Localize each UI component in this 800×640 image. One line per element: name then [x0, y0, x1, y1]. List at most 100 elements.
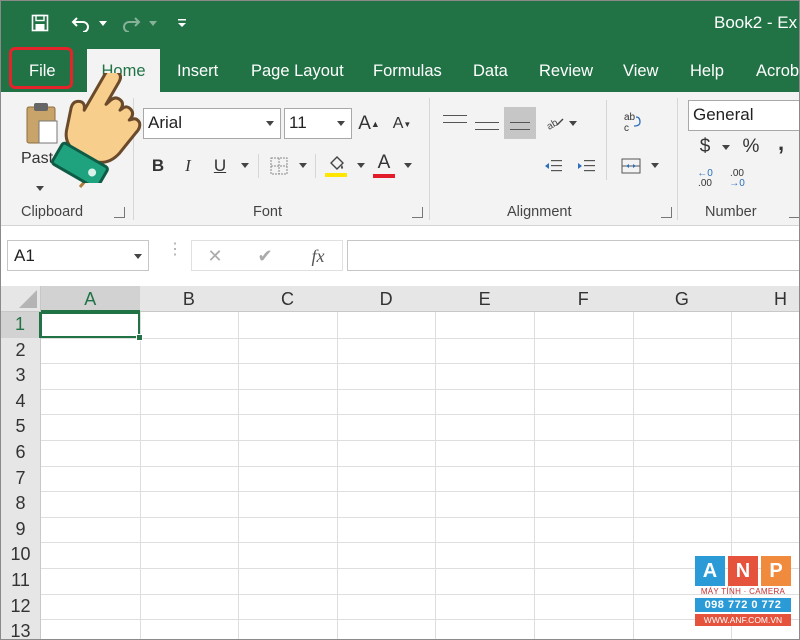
fill-color-icon[interactable]: [323, 152, 349, 180]
name-box[interactable]: A1: [7, 240, 149, 271]
grow-font-caret-icon: ▲: [370, 119, 380, 129]
align-center-icon[interactable]: [476, 154, 498, 178]
tab-insert[interactable]: Insert: [177, 49, 218, 92]
column-header-c[interactable]: C: [238, 286, 338, 312]
row-gridline: [41, 414, 799, 416]
comma-button[interactable]: ,: [771, 130, 791, 156]
number-launcher-icon[interactable]: [789, 207, 799, 218]
orientation-dropdown-icon[interactable]: [567, 116, 579, 130]
row-header-7[interactable]: 7: [1, 465, 41, 493]
row-header-6[interactable]: 6: [1, 440, 41, 467]
column-header-a[interactable]: A: [41, 286, 141, 312]
font-color-dropdown-icon[interactable]: [402, 158, 414, 172]
redo-icon[interactable]: [119, 9, 143, 37]
shrink-font-button[interactable]: A ▼: [390, 110, 414, 138]
row-header-8[interactable]: 8: [1, 491, 41, 518]
currency-dropdown-icon[interactable]: [720, 140, 732, 154]
row-header-12[interactable]: 12: [1, 593, 41, 621]
row-header-11[interactable]: 11: [1, 568, 41, 595]
column-header-f[interactable]: F: [534, 286, 634, 312]
underline-button[interactable]: U: [209, 152, 231, 180]
undo-icon[interactable]: [69, 9, 93, 37]
watermark-website: WWW.ANF.COM.VN: [695, 614, 791, 626]
font-group-label: Font: [253, 204, 283, 220]
formula-bar-grip-icon[interactable]: ⋮: [167, 242, 183, 258]
row-header-10[interactable]: 10: [1, 542, 41, 569]
name-box-dropdown-icon[interactable]: [134, 254, 142, 259]
column-header-b[interactable]: B: [139, 286, 240, 312]
save-icon[interactable]: [29, 9, 51, 37]
active-cell-a1[interactable]: [40, 312, 140, 338]
align-right-icon[interactable]: [507, 154, 529, 178]
grow-font-button[interactable]: A ▲: [357, 110, 381, 138]
undo-dropdown-icon[interactable]: [96, 9, 110, 37]
group-divider: [677, 98, 678, 220]
worksheet-grid[interactable]: A B C D E F G H 1 2 3 4 5 6 7 8 9 10 11 12 13: [1, 286, 799, 639]
decrease-indent-icon[interactable]: [541, 154, 565, 178]
font-size-box[interactable]: 11: [284, 108, 352, 139]
redo-dropdown-icon[interactable]: [146, 9, 160, 37]
column-header-g[interactable]: G: [632, 286, 733, 312]
italic-button[interactable]: I: [177, 152, 199, 180]
middle-align-icon[interactable]: [475, 110, 499, 134]
title-bar: Book2 - Ex: [1, 1, 799, 49]
group-divider: [429, 98, 430, 220]
cancel-icon[interactable]: ✕: [204, 244, 226, 268]
number-format-box[interactable]: General: [688, 100, 799, 131]
enter-icon[interactable]: ✔: [254, 244, 276, 268]
row-header-9[interactable]: 9: [1, 516, 41, 544]
watermark-phone: 098 772 0 772: [695, 598, 791, 612]
row-gridline: [41, 619, 799, 621]
font-launcher-icon[interactable]: [412, 207, 423, 218]
increase-indent-icon[interactable]: [574, 154, 598, 178]
row-gridline: [41, 337, 799, 339]
underline-dropdown-icon[interactable]: [239, 158, 251, 172]
row-header-4[interactable]: 4: [1, 388, 41, 416]
column-header-e[interactable]: E: [435, 286, 535, 312]
fill-color-dropdown-icon[interactable]: [355, 158, 367, 172]
bottom-align-icon[interactable]: [504, 107, 536, 139]
top-align-icon[interactable]: [443, 110, 467, 134]
clipboard-launcher-icon[interactable]: [114, 207, 125, 218]
tab-page-layout[interactable]: Page Layout: [251, 49, 344, 92]
currency-button[interactable]: $: [695, 134, 715, 160]
watermark-tagline: MÁY TÍNH · CAMERA: [700, 587, 786, 596]
customize-qat-icon[interactable]: [173, 9, 191, 37]
font-name-box[interactable]: Arial: [143, 108, 281, 139]
orientation-icon[interactable]: ab: [543, 110, 567, 134]
column-header-h[interactable]: H: [731, 286, 799, 312]
formula-input[interactable]: [347, 240, 799, 271]
row-header-1[interactable]: 1: [1, 312, 41, 339]
decrease-decimal-icon[interactable]: .00 →0: [725, 166, 749, 192]
column-header-d[interactable]: D: [336, 286, 437, 312]
borders-icon[interactable]: [267, 154, 291, 178]
percent-button[interactable]: %: [739, 134, 763, 160]
fill-handle[interactable]: [136, 334, 143, 341]
increase-decimal-icon[interactable]: ←0.00: [693, 166, 717, 192]
tab-help[interactable]: Help: [690, 49, 724, 92]
alignment-launcher-icon[interactable]: [661, 207, 672, 218]
row-header-5[interactable]: 5: [1, 414, 41, 441]
tab-data[interactable]: Data: [473, 49, 508, 92]
font-size-dropdown-icon[interactable]: [337, 121, 345, 126]
wrap-text-icon[interactable]: ab c: [619, 108, 645, 136]
merge-center-icon[interactable]: [619, 154, 643, 178]
shrink-font-caret-icon: ▼: [403, 119, 412, 129]
tab-acrobat[interactable]: Acrob: [756, 49, 799, 92]
borders-dropdown-icon[interactable]: [297, 158, 309, 172]
tab-review[interactable]: Review: [539, 49, 593, 92]
row-header-2[interactable]: 2: [1, 337, 41, 365]
svg-text:ab: ab: [624, 112, 636, 123]
row-header-3[interactable]: 3: [1, 363, 41, 390]
select-all-corner[interactable]: [1, 286, 41, 312]
align-left-icon[interactable]: [444, 154, 466, 178]
tab-formulas[interactable]: Formulas: [373, 49, 442, 92]
tab-view[interactable]: View: [623, 49, 658, 92]
font-name-dropdown-icon[interactable]: [266, 121, 274, 126]
font-color-icon[interactable]: A: [371, 150, 397, 180]
row-header-13[interactable]: 13: [1, 619, 41, 639]
row-gridline: [41, 516, 799, 518]
merge-dropdown-icon[interactable]: [649, 158, 661, 172]
insert-function-icon[interactable]: fx: [306, 244, 330, 268]
number-group-label: Number: [705, 204, 757, 220]
